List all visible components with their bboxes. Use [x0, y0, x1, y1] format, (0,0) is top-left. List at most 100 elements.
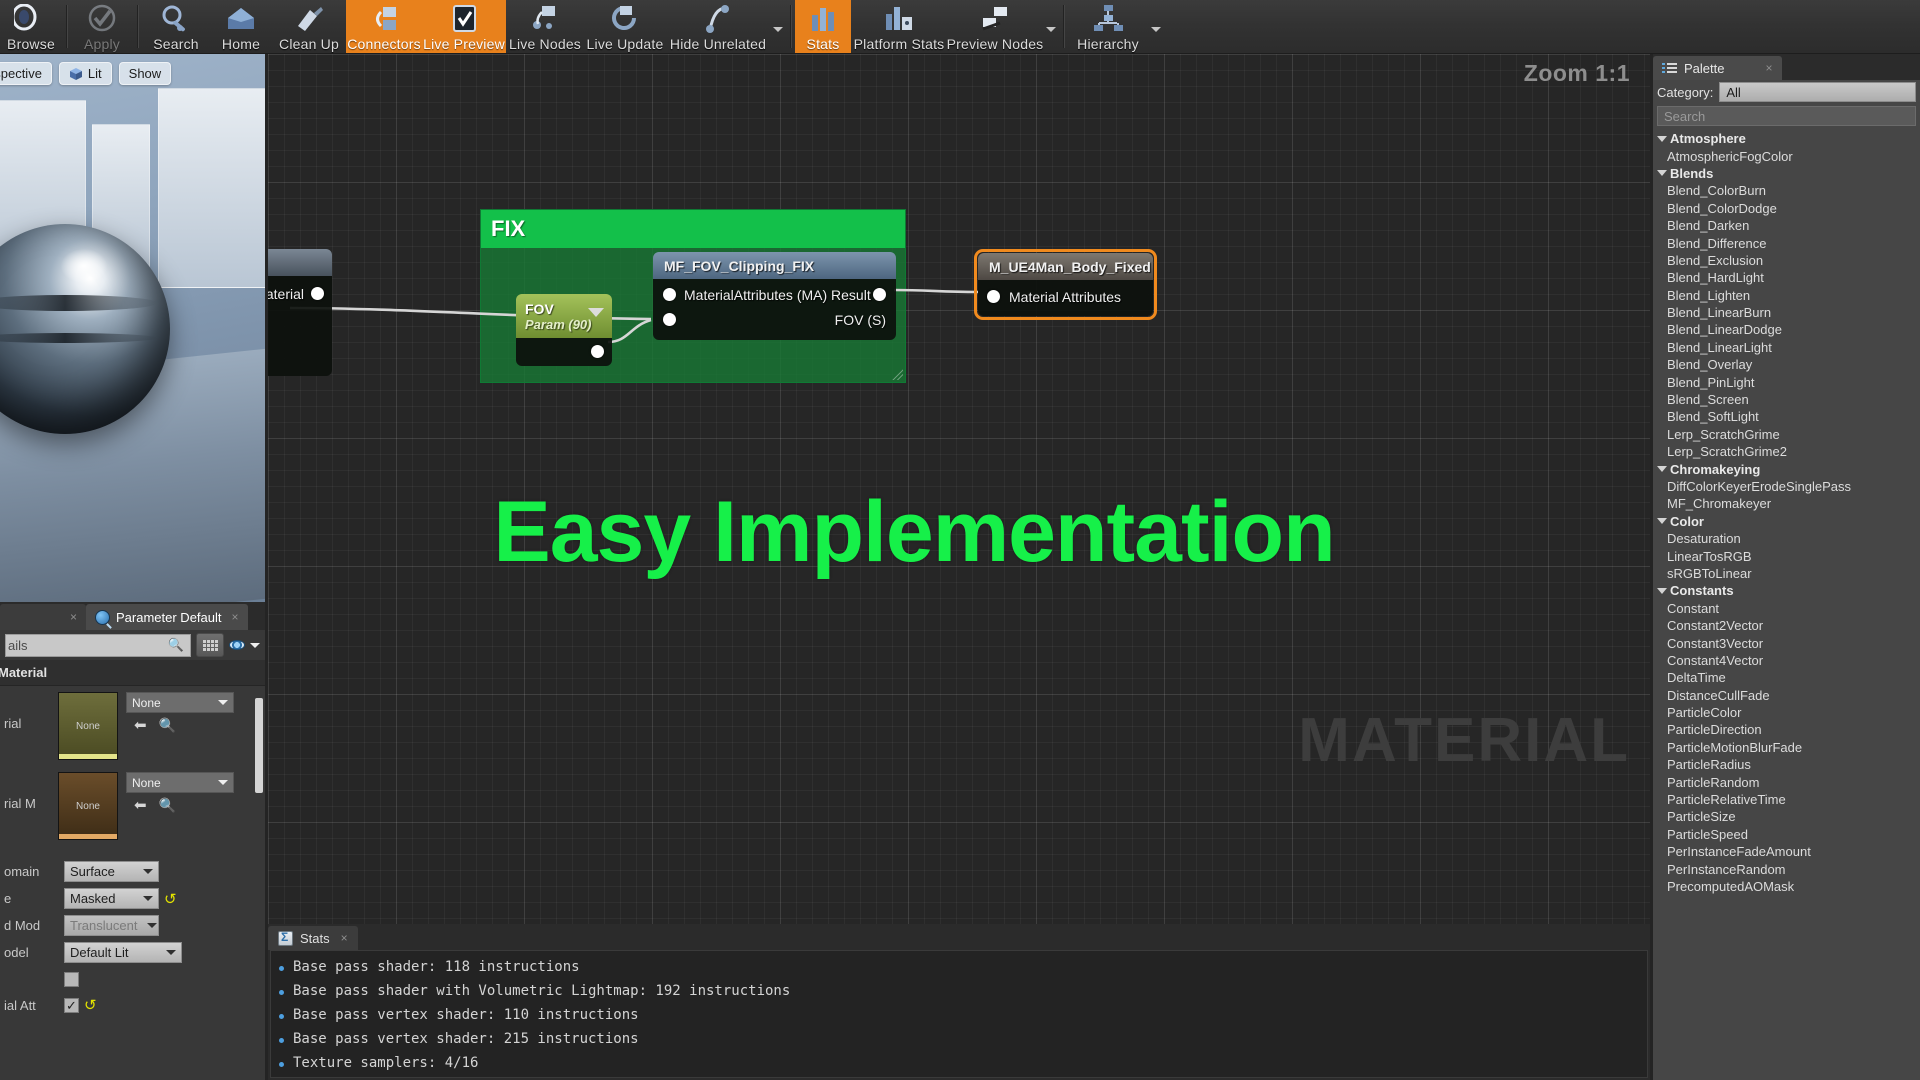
close-icon[interactable]: × — [232, 610, 239, 624]
details-scrollbar[interactable] — [255, 698, 263, 793]
toolbar-button-live-preview[interactable]: Live Preview — [422, 0, 506, 53]
palette-item[interactable]: ParticleRadius — [1653, 756, 1920, 773]
close-icon[interactable]: × — [70, 610, 77, 624]
viewport-perspective-button[interactable]: Perspective — [0, 62, 52, 85]
palette-item[interactable]: LinearTosRGB — [1653, 547, 1920, 564]
close-icon[interactable]: × — [1765, 61, 1772, 75]
blend-mode-dropdown[interactable]: Masked — [64, 888, 159, 909]
palette-item[interactable]: ParticleColor — [1653, 704, 1920, 721]
details-section-header[interactable]: Material — [0, 660, 265, 686]
comment-resize-handle[interactable] — [891, 368, 903, 380]
details-search-input[interactable]: ails 🔍 — [5, 634, 191, 657]
palette-group-constants[interactable]: Constants — [1653, 582, 1920, 599]
input-pin[interactable] — [663, 313, 676, 326]
toolbar-button-stats[interactable]: Stats — [795, 0, 851, 53]
decal-blend-mode-dropdown[interactable]: Translucent — [64, 915, 159, 936]
toolbar-button-apply[interactable]: Apply — [71, 0, 133, 53]
chevron-down-icon[interactable] — [588, 308, 604, 317]
palette-item[interactable]: Constant — [1653, 600, 1920, 617]
node-fov-param[interactable]: FOV Param (90) — [516, 294, 612, 366]
asset-dropdown[interactable]: None — [126, 772, 234, 793]
chevron-down-icon[interactable] — [250, 643, 260, 648]
palette-item[interactable]: sRGBToLinear — [1653, 565, 1920, 582]
output-pin[interactable] — [591, 345, 604, 358]
palette-item[interactable]: AtmosphericFogColor — [1653, 147, 1920, 164]
viewport-show-button[interactable]: Show — [119, 62, 172, 85]
palette-item[interactable]: Blend_Screen — [1653, 391, 1920, 408]
stats-list[interactable]: Base pass shader: 118 instructions Base … — [270, 950, 1648, 1078]
palette-item[interactable]: Constant4Vector — [1653, 652, 1920, 669]
tab-palette[interactable]: Palette × — [1653, 56, 1782, 80]
palette-item[interactable]: Constant3Vector — [1653, 634, 1920, 651]
toolbar-button-search[interactable]: Search — [142, 0, 210, 53]
palette-item[interactable]: DeltaTime — [1653, 669, 1920, 686]
toolbar-button-live-nodes[interactable]: Live Nodes — [506, 0, 584, 53]
material-domain-dropdown[interactable]: Surface — [64, 861, 159, 882]
use-selected-asset-icon[interactable]: ⬅ — [134, 798, 147, 813]
palette-item[interactable]: Desaturation — [1653, 530, 1920, 547]
asset-dropdown[interactable]: None — [126, 692, 234, 713]
palette-item[interactable]: ParticleRandom — [1653, 773, 1920, 790]
palette-item[interactable]: Blend_Lighten — [1653, 287, 1920, 304]
palette-item[interactable]: Blend_LinearLight — [1653, 339, 1920, 356]
palette-item[interactable]: ParticleSpeed — [1653, 826, 1920, 843]
palette-item[interactable]: Lerp_ScratchGrime — [1653, 426, 1920, 443]
palette-item[interactable]: DiffColorKeyerErodeSinglePass — [1653, 478, 1920, 495]
node-pin-row[interactable]: FOV (S) — [653, 307, 896, 332]
palette-item[interactable]: ParticleRelativeTime — [1653, 791, 1920, 808]
close-icon[interactable]: × — [341, 931, 348, 945]
output-pin[interactable] — [873, 288, 886, 301]
input-pin[interactable] — [663, 288, 676, 301]
asset-thumbnail[interactable]: None — [58, 772, 118, 840]
output-pin[interactable] — [311, 287, 324, 300]
toolbar-button-hierarchy[interactable]: Hierarchy — [1068, 0, 1148, 53]
hierarchy-dropdown-caret[interactable] — [1148, 0, 1164, 53]
toolbar-button-clean-up[interactable]: Clean Up — [272, 0, 346, 53]
palette-item[interactable]: ParticleMotionBlurFade — [1653, 739, 1920, 756]
palette-item[interactable]: PerInstanceRandom — [1653, 860, 1920, 877]
node-pin-row[interactable]: Material — [268, 281, 332, 306]
comment-title[interactable]: FIX — [481, 210, 905, 248]
toolbar-button-home[interactable]: Home — [210, 0, 272, 53]
palette-item[interactable]: Blend_Difference — [1653, 234, 1920, 251]
toolbar-button-connectors[interactable]: Connectors — [346, 0, 422, 53]
revert-icon[interactable]: ↺ — [164, 890, 177, 908]
toolbar-button-preview-nodes[interactable]: Preview Nodes — [947, 0, 1043, 53]
node-pin-row[interactable]: Material Attributes — [978, 284, 1153, 309]
node-pin-row[interactable]: MaterialAttributes (MA) Result — [653, 282, 896, 307]
tab-details[interactable]: × — [0, 604, 86, 630]
palette-item[interactable]: PrecomputedAOMask — [1653, 878, 1920, 895]
palette-item[interactable]: Blend_HardLight — [1653, 269, 1920, 286]
asset-thumbnail[interactable]: None — [58, 692, 118, 760]
node-target-material[interactable]: M_UE4Man_Body_Fixed Material Attributes — [978, 253, 1153, 316]
palette-item[interactable]: Blend_PinLight — [1653, 373, 1920, 390]
palette-item[interactable]: DistanceCullFade — [1653, 687, 1920, 704]
palette-item[interactable]: Blend_ColorBurn — [1653, 182, 1920, 199]
use-selected-asset-icon[interactable]: ⬅ — [134, 718, 147, 733]
toolbar-button-browse[interactable]: Browse — [0, 0, 62, 53]
toolbar-button-platform-stats[interactable]: Platform Stats — [851, 0, 947, 53]
tab-parameter-default[interactable]: Parameter Default × — [86, 604, 248, 630]
palette-group-chromakeying[interactable]: Chromakeying — [1653, 460, 1920, 477]
palette-item[interactable]: Blend_Overlay — [1653, 356, 1920, 373]
browse-asset-icon[interactable]: 🔍 — [159, 718, 176, 733]
palette-item[interactable]: Blend_Exclusion — [1653, 252, 1920, 269]
palette-item[interactable]: Lerp_ScratchGrime2 — [1653, 443, 1920, 460]
tab-stats[interactable]: Stats × — [268, 926, 358, 950]
use-material-attributes-checkbox[interactable] — [64, 998, 79, 1013]
palette-item[interactable]: ParticleDirection — [1653, 721, 1920, 738]
palette-item[interactable]: ParticleSize — [1653, 808, 1920, 825]
palette-search-input[interactable]: Search — [1657, 106, 1916, 126]
hide-unrelated-dropdown-caret[interactable] — [770, 0, 786, 53]
palette-item[interactable]: Blend_LinearBurn — [1653, 304, 1920, 321]
palette-group-blends[interactable]: Blends — [1653, 165, 1920, 182]
node-material-function[interactable]: MF_FOV_Clipping_FIX MaterialAttributes (… — [653, 252, 896, 340]
material-graph-canvas[interactable]: Zoom 1:1 MATERIAL FIX nd Material — [268, 54, 1650, 924]
palette-item[interactable]: Blend_LinearDodge — [1653, 321, 1920, 338]
two-sided-checkbox[interactable] — [64, 972, 79, 987]
palette-item[interactable]: Blend_Darken — [1653, 217, 1920, 234]
palette-item[interactable]: Blend_ColorDodge — [1653, 200, 1920, 217]
palette-item[interactable]: Blend_SoftLight — [1653, 408, 1920, 425]
palette-item[interactable]: Constant2Vector — [1653, 617, 1920, 634]
preview-nodes-dropdown-caret[interactable] — [1043, 0, 1059, 53]
